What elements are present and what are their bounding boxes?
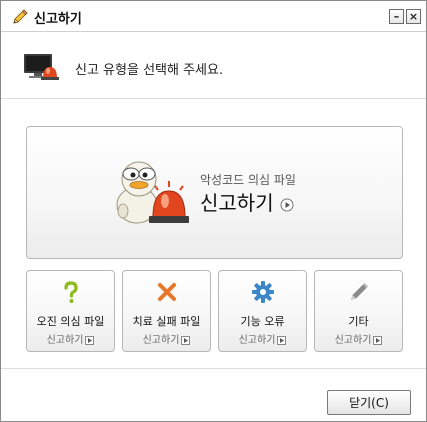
close-window-button[interactable]: × xyxy=(406,9,421,24)
arrow-box-icon xyxy=(373,335,383,345)
close-button[interactable]: 닫기(C) xyxy=(327,390,411,415)
report-dialog: 신고하기 – × 신고 유형을 선택해 주세요. 악성코드 의심 파일 신고하기… xyxy=(0,0,427,422)
arrow-box-icon xyxy=(277,335,287,345)
other-action: 신고하기 xyxy=(315,331,402,346)
report-other-button[interactable]: 기타 신고하기 xyxy=(314,270,403,352)
title-bar[interactable]: 신고하기 – × xyxy=(1,1,426,32)
malware-option-action: 신고하기 xyxy=(200,191,274,215)
close-icon: × xyxy=(408,10,419,23)
pencil-icon xyxy=(13,9,28,24)
minimize-button[interactable]: – xyxy=(389,9,404,24)
malware-option-subtitle: 악성코드 의심 파일 xyxy=(200,173,296,187)
repair-failure-label: 치료 실패 파일 xyxy=(132,315,201,328)
report-malware-button[interactable]: 악성코드 의심 파일 신고하기 xyxy=(26,126,403,259)
mascot-alarm-icon xyxy=(116,161,189,224)
function-error-action: 신고하기 xyxy=(219,331,306,346)
x-icon xyxy=(158,283,176,301)
monitor-alarm-icon xyxy=(24,54,59,80)
gear-icon xyxy=(252,281,274,303)
repair-failure-action: 신고하기 xyxy=(123,331,210,346)
other-label: 기타 xyxy=(348,315,369,328)
false-positive-label: 오진 의심 파일 xyxy=(36,315,105,328)
function-error-label: 기능 오류 xyxy=(240,315,285,328)
question-icon xyxy=(64,281,78,303)
report-false-positive-button[interactable]: 오진 의심 파일 신고하기 xyxy=(26,270,115,352)
arrow-box-icon xyxy=(85,335,95,345)
report-function-error-button[interactable]: 기능 오류 신고하기 xyxy=(218,270,307,352)
dialog-footer: 닫기(C) xyxy=(1,368,426,421)
options-area: 악성코드 의심 파일 신고하기 오진 의심 파일 신고하기 치료 실패 파일 신… xyxy=(1,100,426,368)
minimize-icon: – xyxy=(393,10,400,23)
false-positive-action: 신고하기 xyxy=(27,331,114,346)
instruction-text: 신고 유형을 선택해 주세요. xyxy=(75,63,224,78)
instruction-header: 신고 유형을 선택해 주세요. xyxy=(1,33,426,99)
report-repair-failure-button[interactable]: 치료 실패 파일 신고하기 xyxy=(122,270,211,352)
arrow-box-icon xyxy=(181,335,191,345)
circle-arrow-icon xyxy=(280,198,294,211)
pencil-icon xyxy=(351,283,368,300)
malware-option-title: 신고하기 xyxy=(200,187,294,216)
window-title: 신고하기 xyxy=(34,12,82,27)
